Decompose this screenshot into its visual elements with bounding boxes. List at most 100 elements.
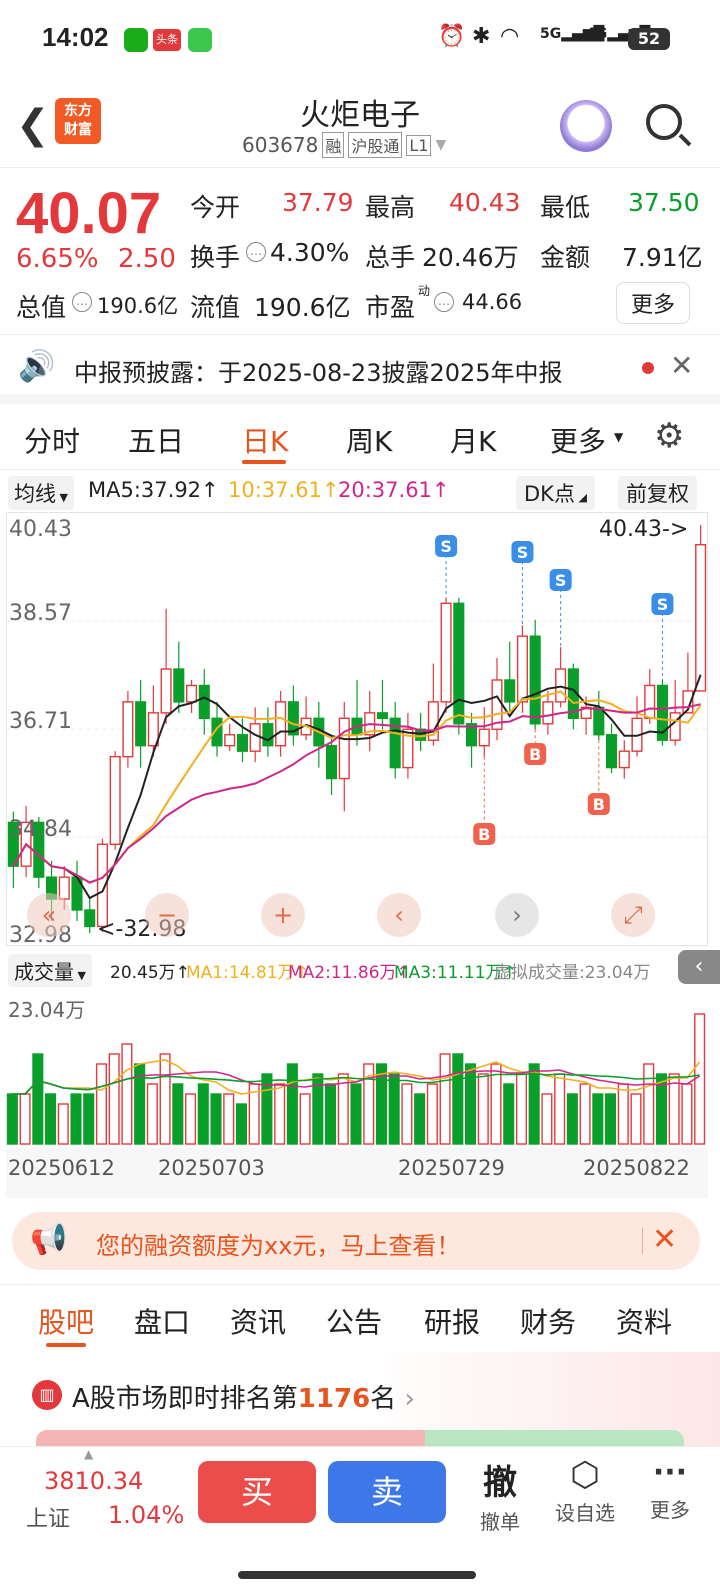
tab-intraday[interactable]: 分时 — [24, 420, 80, 460]
index-value[interactable]: 3810.34 — [44, 1467, 143, 1495]
tab-more[interactable]: 更多 — [550, 420, 606, 460]
sell-signal: S — [651, 593, 674, 680]
search-icon[interactable] — [646, 104, 682, 140]
volume-svg — [6, 988, 708, 1148]
close-icon[interactable]: ✕ — [652, 1222, 677, 1257]
level-tag: L1 — [406, 134, 432, 156]
collapse-panel-button[interactable]: ‹ — [678, 950, 720, 984]
ma5-value: MA5:37.92↑ — [88, 478, 219, 502]
ma-selector[interactable]: 均线 ▼ — [8, 476, 74, 510]
volume-chart[interactable]: 23.04万 20250612 20250703 20250729 202508… — [6, 988, 708, 1198]
cancel-order-button[interactable]: 撤 撤单 — [472, 1455, 528, 1535]
buy-button[interactable]: 买 — [198, 1461, 316, 1523]
speaker-icon: 🔊 — [18, 349, 56, 384]
y-tick-3: 36.71 — [9, 709, 72, 734]
more-actions-button[interactable]: ··· 更多 — [640, 1455, 700, 1523]
candle-body — [504, 679, 516, 703]
tab-monthly-k[interactable]: 月K — [450, 420, 496, 460]
sell-signal: S — [511, 541, 534, 626]
mktcap-label: 总值 — [16, 293, 67, 322]
candle-body — [542, 701, 554, 725]
mktcap-value: 190.6亿 — [97, 294, 179, 318]
zoom-out-button[interactable]: − — [145, 893, 189, 937]
wifi-icon: ◠ — [500, 24, 520, 49]
signal-label: S — [555, 571, 567, 590]
tab-five-day[interactable]: 五日 — [128, 420, 184, 460]
candle — [504, 641, 516, 713]
ranking-number: 1176 — [297, 1384, 371, 1414]
alarm-icon: ⏰ — [438, 24, 466, 49]
candle-body — [516, 635, 528, 703]
candle — [173, 641, 185, 713]
vol-ma2: MA2:11.86万↑ — [288, 963, 411, 983]
promo-divider — [642, 1228, 643, 1254]
candle-body — [84, 909, 96, 928]
candle-body — [555, 668, 567, 703]
collapse-up-icon[interactable]: ▲ — [84, 1447, 93, 1461]
candle-body — [618, 750, 630, 769]
tab-profile[interactable]: 资料 — [616, 1301, 672, 1341]
volume-selector[interactable]: 成交量 ▼ — [8, 954, 92, 987]
add-watchlist-button[interactable]: ⬡ 设自选 — [550, 1455, 620, 1526]
tab-announcements[interactable]: 公告 — [326, 1301, 382, 1341]
candle — [109, 751, 121, 850]
zoom-in-button[interactable]: + — [261, 893, 305, 937]
amount-label: 金额 — [540, 243, 591, 272]
tab-daily-k[interactable]: 日K — [242, 420, 288, 460]
candle — [669, 679, 681, 746]
more-quote-button[interactable]: 更多 — [616, 282, 691, 324]
virtual-volume: 虚拟成交量:23.04万 — [494, 963, 651, 983]
open-label: 今开 — [190, 193, 241, 222]
tab-weekly-k[interactable]: 周K — [346, 420, 392, 460]
scroll-right-button[interactable]: › — [495, 893, 539, 937]
cancel-order-label: 撤单 — [480, 1510, 520, 1534]
tab-guba[interactable]: 股吧 — [38, 1301, 94, 1341]
more-actions-label: 更多 — [650, 1498, 690, 1522]
scroll-left-button[interactable]: ‹ — [377, 893, 421, 937]
volume-bar — [388, 1073, 400, 1145]
info-icon[interactable]: … — [72, 292, 92, 312]
candle-body — [135, 701, 147, 747]
info-icon[interactable]: … — [434, 292, 454, 312]
x-tick-2: 20250703 — [158, 1156, 265, 1180]
stock-code-row[interactable]: 603678 融 沪股通 L1 ▼ — [242, 132, 446, 158]
float-label: 流值 — [190, 293, 241, 322]
x-tick-1: 20250612 — [8, 1156, 115, 1180]
volume-bar — [337, 1073, 349, 1145]
tab-research[interactable]: 研报 — [424, 1301, 480, 1341]
gear-icon[interactable]: ⚙ — [654, 416, 684, 456]
ma10-value: 10:37.61↑ — [228, 478, 340, 502]
dk-label: DK点 — [524, 482, 575, 506]
notice-bar[interactable]: 🔊 中报预披露：于2025-08-23披露2025年中报 ✕ — [0, 334, 720, 404]
adjust-selector[interactable]: 前复权 — [618, 476, 697, 510]
kline-chart[interactable]: SSSSBBB 40.43 38.57 36.71 34.84 32.98 40… — [6, 512, 708, 948]
sell-button[interactable]: 卖 — [328, 1461, 446, 1523]
volume-bar — [159, 1053, 171, 1145]
robot-assistant-icon[interactable] — [560, 100, 612, 152]
candle-body — [275, 701, 287, 747]
tab-finance[interactable]: 财务 — [520, 1301, 576, 1341]
candle-body — [326, 745, 338, 780]
candle — [415, 712, 427, 752]
close-icon[interactable]: ✕ — [670, 349, 693, 382]
ranking-card[interactable]: ▥ A股市场即时排名第1176名 › — [0, 1352, 720, 1452]
candle-body — [376, 712, 388, 720]
dk-point-selector[interactable]: DK点 ◢ — [516, 476, 595, 510]
tab-order-book[interactable]: 盘口 — [134, 1301, 190, 1341]
candle-body — [453, 602, 465, 725]
margin-promo-banner[interactable]: 📢 您的融资额度为xx元，马上查看！ ✕ — [12, 1212, 700, 1270]
candle — [695, 525, 707, 692]
y-tick-2: 38.57 — [9, 601, 72, 626]
fullscreen-button[interactable]: ⤢ — [611, 893, 655, 937]
volume-bar — [197, 1083, 209, 1145]
tab-news[interactable]: 资讯 — [230, 1301, 286, 1341]
volume-bar — [350, 1083, 362, 1145]
volume-bar — [108, 1053, 120, 1145]
volume-bar — [185, 1093, 197, 1145]
scroll-left-far-button[interactable]: « — [27, 893, 71, 937]
ma-selector-label: 均线 — [14, 482, 56, 506]
candle-body — [669, 712, 681, 741]
signal-label: S — [517, 543, 529, 562]
info-icon[interactable]: … — [246, 242, 266, 262]
buy-label: 买 — [240, 1473, 273, 1511]
